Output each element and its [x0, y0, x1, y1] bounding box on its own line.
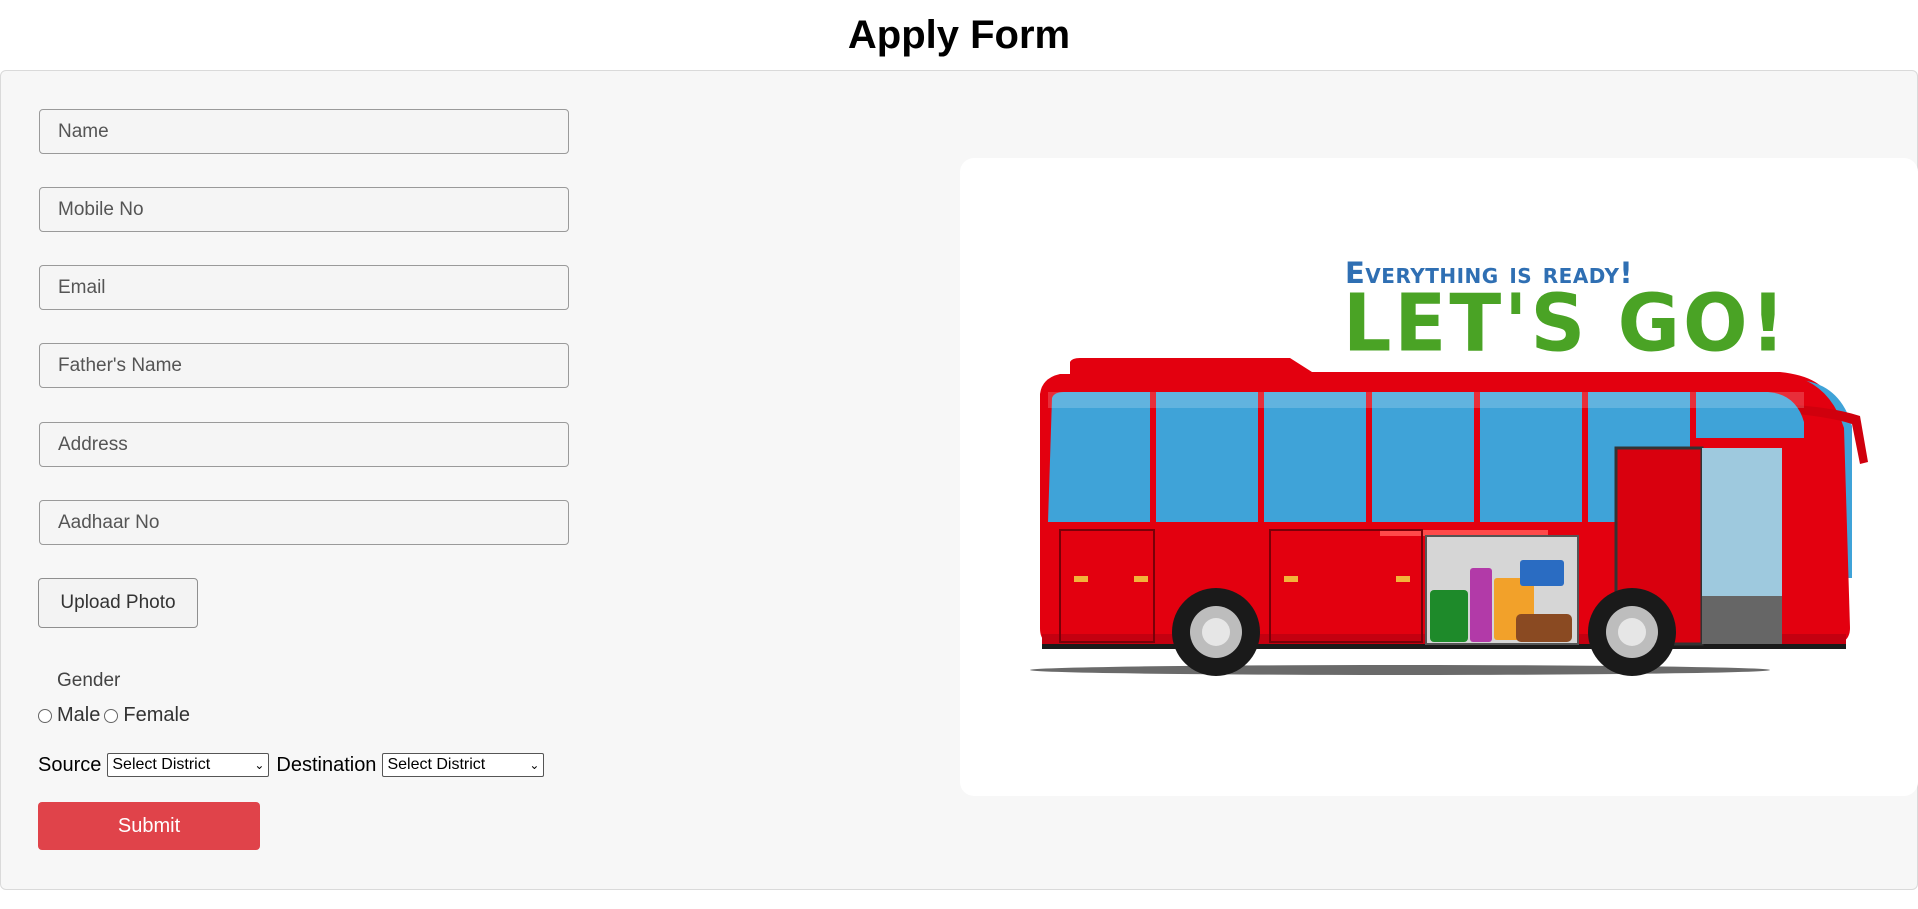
source-select[interactable]: Select District ⌄	[107, 753, 270, 777]
rear-wheel	[1172, 588, 1260, 676]
male-radio[interactable]	[38, 708, 52, 723]
route-row: Source Select District ⌄ Destination Sel…	[38, 753, 551, 777]
gender-label: Gender	[57, 670, 121, 691]
bus-steps	[1702, 596, 1782, 644]
submit-button[interactable]: Submit	[38, 802, 260, 850]
purple-suitcase	[1470, 568, 1492, 642]
brown-bag	[1516, 614, 1572, 642]
gender-radio-group: Male Female	[38, 704, 194, 727]
chevron-down-icon: ⌄	[254, 758, 265, 772]
destination-label: Destination	[276, 753, 377, 776]
chevron-down-icon: ⌄	[529, 758, 540, 772]
destination-select[interactable]: Select District ⌄	[382, 753, 545, 777]
email-input[interactable]	[39, 265, 569, 310]
address-input[interactable]	[39, 422, 569, 467]
female-label: Female	[123, 704, 191, 726]
male-label: Male	[57, 704, 101, 726]
side-light	[1396, 576, 1410, 582]
bus-illustration-card: Everything is ready! LET'S GO!	[960, 158, 1918, 796]
side-light	[1074, 576, 1088, 582]
green-suitcase	[1430, 590, 1468, 642]
destination-select-value: Select District	[387, 756, 486, 773]
mobile-input[interactable]	[39, 187, 569, 232]
aadhaar-input[interactable]	[39, 500, 569, 545]
source-label: Source	[38, 753, 102, 776]
father-name-input[interactable]	[39, 343, 569, 388]
name-input[interactable]	[39, 109, 569, 154]
page-title: Apply Form	[847, 13, 1071, 57]
blue-bag	[1520, 560, 1564, 586]
side-light	[1284, 576, 1298, 582]
source-select-value: Select District	[112, 756, 211, 773]
bus-image	[1030, 358, 1868, 676]
front-wheel	[1588, 588, 1676, 676]
side-light	[1134, 576, 1148, 582]
upload-photo-button[interactable]: Upload Photo	[38, 578, 198, 628]
female-radio[interactable]	[104, 708, 119, 723]
